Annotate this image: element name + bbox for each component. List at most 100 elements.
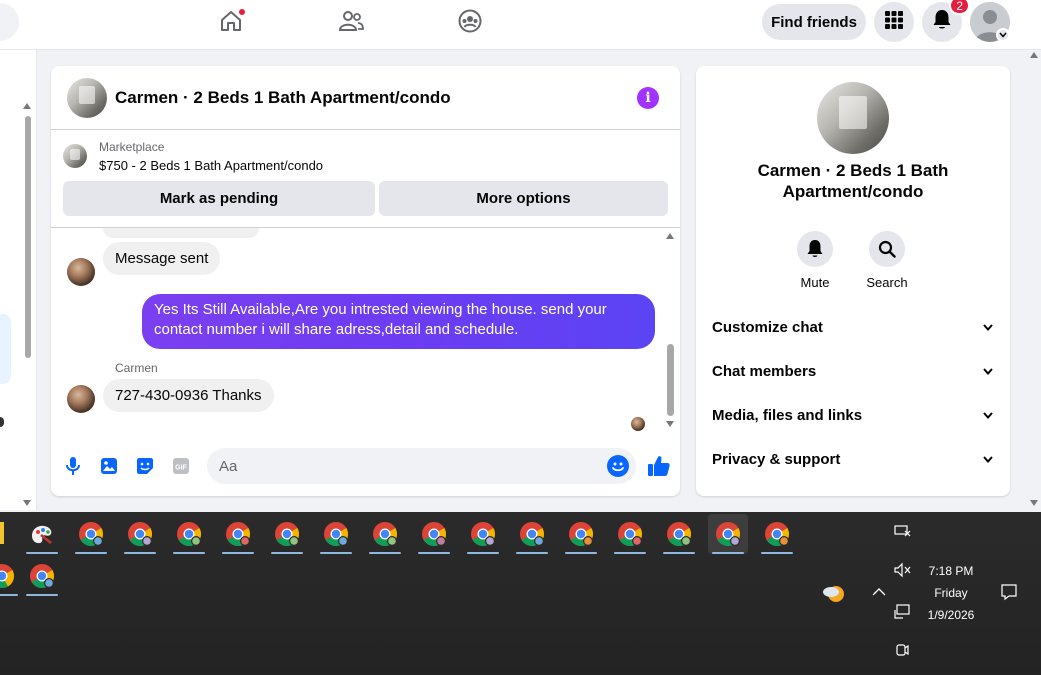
incoming-message-bubble[interactable]: Message sent: [103, 242, 221, 275]
taskbar-app-chrome[interactable]: [267, 514, 307, 554]
listing-avatar[interactable]: [67, 78, 107, 118]
groups-nav-button[interactable]: [453, 8, 487, 38]
gif-icon: GIF: [173, 458, 189, 474]
chrome-icon: [520, 522, 545, 547]
chevron-down-icon: [982, 365, 994, 377]
taskbar-app-chrome[interactable]: [71, 514, 111, 554]
section-label: Customize chat: [712, 318, 823, 336]
show-hidden-icons-button[interactable]: [870, 586, 888, 600]
chrome-icon: [618, 522, 643, 547]
friends-nav-button[interactable]: [334, 8, 368, 38]
details-title[interactable]: Carmen · 2 Beds 1 Bath Apartment/condo: [696, 160, 1010, 202]
clock-date[interactable]: 1/9/2026: [916, 608, 986, 622]
bell-icon: [932, 9, 952, 36]
message-input[interactable]: [207, 448, 636, 484]
sender-avatar[interactable]: [67, 385, 95, 413]
listing-price-title[interactable]: $750 - 2 Beds 1 Bath Apartment/condo: [99, 158, 323, 173]
running-indicator: [712, 552, 744, 554]
chrome-icon: [667, 522, 692, 547]
selected-conversation-highlight[interactable]: [0, 314, 11, 384]
scroll-down-arrow-icon[interactable]: [1030, 500, 1038, 506]
section-label: Chat members: [712, 362, 817, 380]
taskbar-app-chrome[interactable]: [561, 514, 601, 554]
conversation-list-scrollbar[interactable]: [25, 116, 31, 358]
marketplace-listing-bar: Marketplace $750 - 2 Beds 1 Bath Apartme…: [51, 130, 680, 228]
running-indicator: [320, 552, 352, 554]
clock-day[interactable]: Friday: [916, 586, 986, 600]
find-friends-button[interactable]: Find friends: [762, 4, 866, 40]
message-thread-scrollbar[interactable]: [667, 344, 674, 416]
account-menu-caret[interactable]: [996, 28, 1010, 42]
more-options-button[interactable]: More options: [379, 181, 668, 216]
running-indicator: [173, 552, 205, 554]
menu-button[interactable]: [874, 2, 914, 42]
clock-time[interactable]: 7:18 PM: [916, 564, 986, 578]
emoji-button[interactable]: [607, 455, 629, 477]
action-center-button[interactable]: [998, 583, 1020, 604]
search-box-stub[interactable]: [0, 3, 19, 41]
taskbar-app-chrome[interactable]: [22, 556, 62, 596]
meet-now-icon[interactable]: [892, 642, 912, 661]
network-status-icon[interactable]: [892, 522, 912, 541]
taskbar-app-chrome[interactable]: [0, 556, 22, 596]
chrome-icon: [471, 522, 496, 547]
chrome-icon: [716, 522, 741, 547]
chat-title[interactable]: Carmen · 2 Beds 1 Bath Apartment/condo: [115, 88, 451, 108]
volume-muted-icon[interactable]: [892, 562, 912, 581]
chrome-icon: [569, 522, 594, 547]
home-unread-dot: [238, 8, 246, 16]
running-indicator: [565, 552, 597, 554]
taskbar-app-chrome[interactable]: [610, 514, 650, 554]
attach-photo-button[interactable]: [99, 456, 119, 476]
privacy-support-section[interactable]: Privacy & support: [712, 444, 994, 474]
info-icon[interactable]: i: [637, 87, 659, 109]
taskbar-app-chrome[interactable]: [414, 514, 454, 554]
listing-thumbnail[interactable]: [63, 144, 87, 168]
taskbar-app-chrome[interactable]: [512, 514, 552, 554]
scroll-down-arrow-icon[interactable]: [665, 420, 675, 428]
taskbar-app-chrome[interactable]: [365, 514, 405, 554]
scroll-down-arrow-icon[interactable]: [23, 500, 31, 506]
taskbar-app-chrome[interactable]: [218, 514, 258, 554]
taskbar-app-paint[interactable]: [22, 514, 62, 554]
voice-clip-button[interactable]: [63, 456, 83, 476]
outgoing-message-bubble[interactable]: Yes Its Still Available,Are you intreste…: [142, 294, 655, 349]
search-button[interactable]: [869, 231, 905, 267]
taskbar-app-chrome[interactable]: [169, 514, 209, 554]
incoming-message-bubble[interactable]: 727-430-0936 Thanks: [103, 379, 274, 412]
chrome-icon: [226, 522, 251, 547]
taskbar-app-chrome[interactable]: [120, 514, 160, 554]
taskbar-app-chrome[interactable]: [757, 514, 797, 554]
chrome-icon: [0, 564, 15, 588]
scroll-up-arrow-icon[interactable]: [23, 103, 31, 109]
scroll-up-arrow-icon[interactable]: [665, 232, 675, 240]
gif-button[interactable]: GIF: [171, 456, 191, 476]
scroll-up-arrow-icon[interactable]: [1030, 52, 1038, 58]
ethernet-icon[interactable]: [892, 604, 912, 623]
taskbar-app-chrome[interactable]: [708, 514, 748, 554]
taskbar-app-chrome[interactable]: [316, 514, 356, 554]
listing-large-avatar[interactable]: [817, 82, 889, 154]
weather-icon[interactable]: [820, 582, 848, 609]
sticker-button[interactable]: [135, 456, 155, 476]
mark-as-pending-button[interactable]: Mark as pending: [63, 181, 375, 216]
taskbar-app-chrome[interactable]: [659, 514, 699, 554]
home-nav-button[interactable]: [214, 8, 248, 38]
chrome-icon: [324, 522, 349, 547]
like-send-button[interactable]: [647, 454, 671, 478]
search-action[interactable]: Search: [857, 231, 917, 290]
windows-taskbar: 7:18 PM Friday 1/9/2026: [0, 512, 1041, 675]
mute-action[interactable]: Mute: [785, 231, 845, 290]
top-navigation-bar: Find friends 2: [0, 0, 1041, 50]
running-indicator: [614, 552, 646, 554]
media-files-links-section[interactable]: Media, files and links: [712, 400, 994, 430]
chat-members-section[interactable]: Chat members: [712, 356, 994, 386]
notifications-button[interactable]: 2: [922, 0, 970, 42]
running-indicator: [222, 552, 254, 554]
partial-app-icon[interactable]: [0, 522, 4, 544]
taskbar-app-chrome[interactable]: [463, 514, 503, 554]
running-indicator: [271, 552, 303, 554]
sender-avatar[interactable]: [67, 258, 95, 286]
customize-chat-section[interactable]: Customize chat: [712, 312, 994, 342]
mute-button[interactable]: [797, 231, 833, 267]
